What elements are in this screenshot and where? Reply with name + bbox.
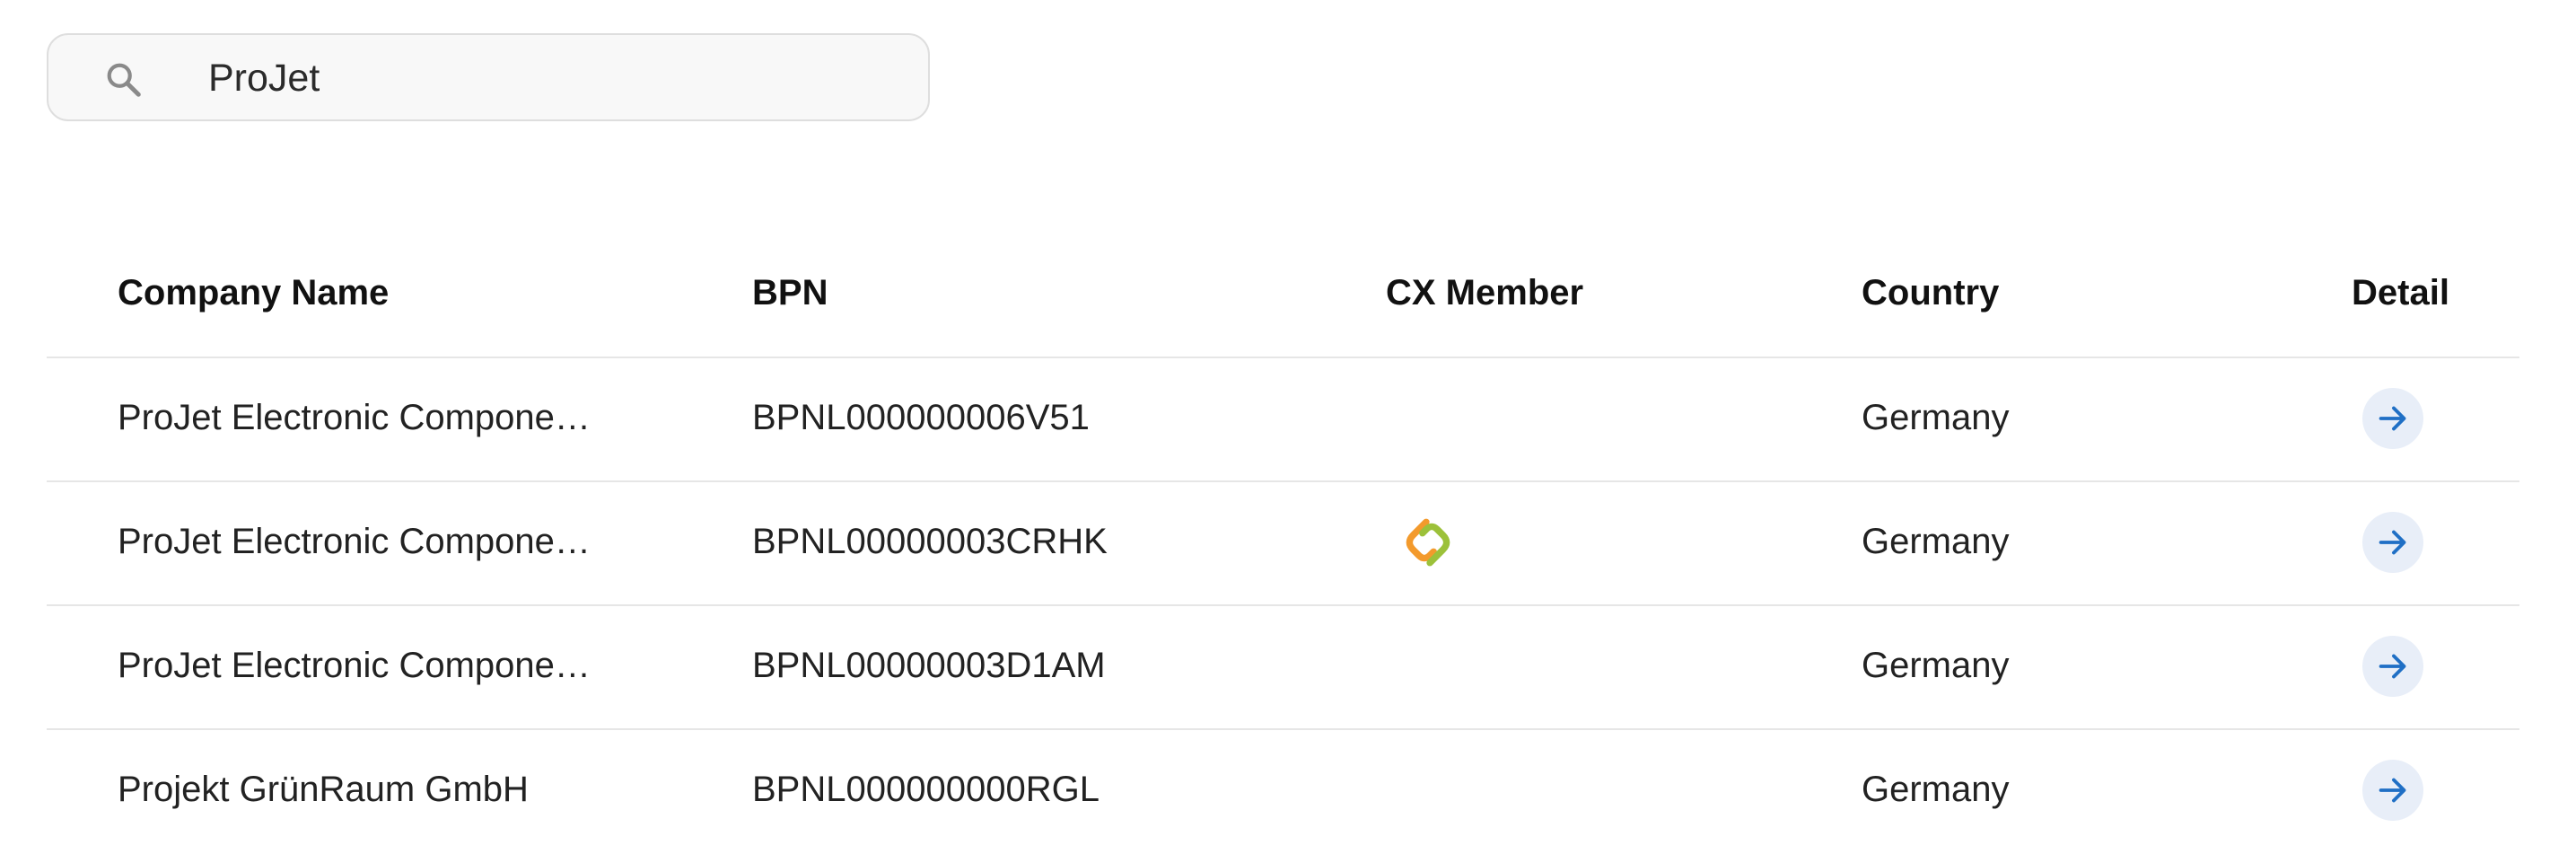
header-company-name[interactable]: Company Name (118, 273, 389, 313)
bpn-cell: BPNL00000003CRHK (752, 522, 1108, 561)
country-cell: Germany (1862, 646, 2010, 685)
detail-button[interactable] (2362, 636, 2423, 697)
company-name-cell: ProJet Electronic Componen... (118, 646, 602, 685)
table-row[interactable]: ProJet Electronic Componen... BPNL000000… (47, 606, 2519, 730)
header-bpn[interactable]: BPN (752, 273, 828, 313)
country-cell: Germany (1862, 398, 2010, 437)
company-name-cell: ProJet Electronic Componen... (118, 398, 602, 437)
arrow-right-icon (2379, 530, 2406, 555)
cx-member-icon (1406, 518, 1450, 567)
header-cx-member[interactable]: CX Member (1386, 273, 1583, 313)
detail-button[interactable] (2362, 512, 2423, 573)
company-name-cell: Projekt GrünRaum GmbH (118, 770, 529, 809)
bpn-cell: BPNL000000000RGL (752, 770, 1100, 809)
arrow-right-icon (2379, 406, 2406, 431)
table-header-row: Company Name BPN CX Member Country Detai… (47, 241, 2519, 358)
detail-button[interactable] (2362, 760, 2423, 821)
search-icon (107, 63, 141, 97)
bpn-cell: BPNL00000003D1AM (752, 646, 1106, 685)
country-cell: Germany (1862, 522, 2010, 561)
table-row[interactable]: Projekt GrünRaum GmbH BPNL000000000RGL G… (47, 730, 2519, 854)
company-name-cell: ProJet Electronic Componen... (118, 522, 602, 561)
header-detail: Detail (2352, 273, 2449, 313)
country-cell: Germany (1862, 770, 2010, 809)
search-input[interactable] (208, 53, 908, 103)
table-row[interactable]: ProJet Electronic Componen... BPNL000000… (47, 358, 2519, 482)
header-country[interactable]: Country (1862, 273, 1999, 313)
arrow-right-icon (2379, 778, 2406, 803)
company-table: Company Name BPN CX Member Country Detai… (47, 241, 2519, 854)
search-box[interactable] (47, 33, 930, 121)
table-row[interactable]: ProJet Electronic Componen... BPNL000000… (47, 482, 2519, 606)
bpn-cell: BPNL000000006V51 (752, 398, 1090, 437)
detail-button[interactable] (2362, 388, 2423, 449)
arrow-right-icon (2379, 654, 2406, 679)
